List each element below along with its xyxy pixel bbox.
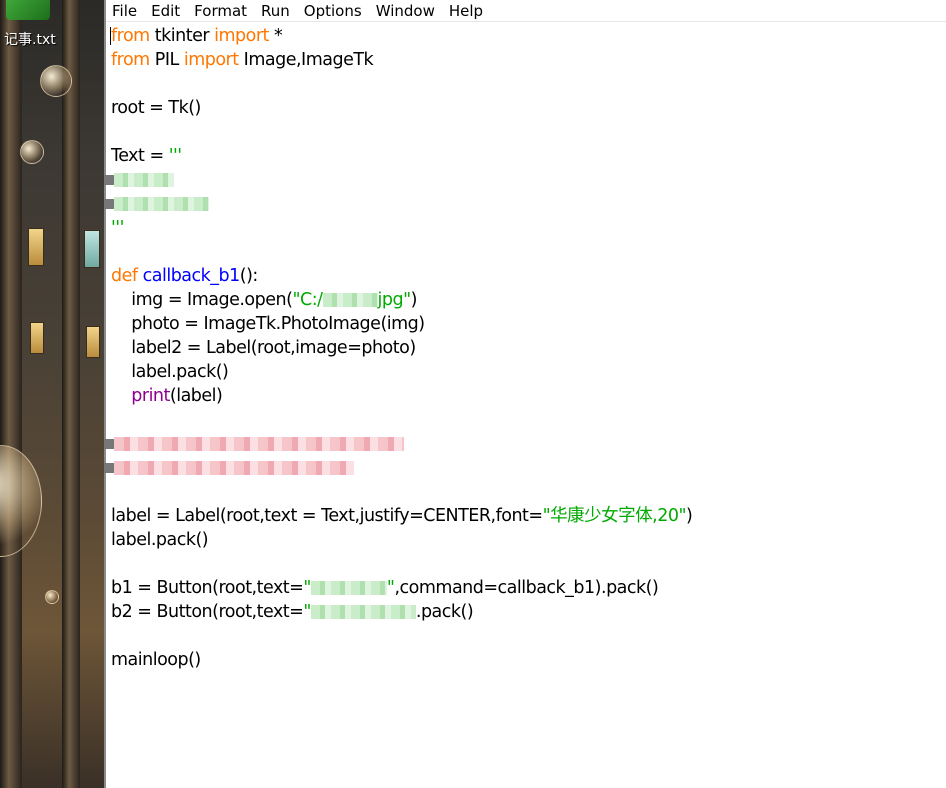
code-line-15: label.pack() xyxy=(111,362,229,382)
desktop-icon-label: 记事.txt xyxy=(4,32,56,48)
code-line-24: b2 = Button(root,text=" .pack() xyxy=(111,602,474,622)
desktop-background: 记事.txt xyxy=(0,0,105,788)
screen: 记事.txt File Edit Format Run Options Wind… xyxy=(0,0,946,788)
redacted-line-19 xyxy=(104,456,354,480)
menu-file[interactable]: File xyxy=(106,1,144,21)
code-line-16: print(label) xyxy=(131,386,223,406)
redacted-line-18 xyxy=(104,432,404,456)
text-file-icon xyxy=(6,0,50,20)
menu-help[interactable]: Help xyxy=(442,1,490,21)
code-line-23: b1 = Button(root,text=" ",command=callbac… xyxy=(111,578,659,598)
code-line-13: photo = ImageTk.PhotoImage(img) xyxy=(111,314,425,334)
code-editor[interactable]: from tkinter import * from PIL import Im… xyxy=(104,22,946,788)
redacted-line-8 xyxy=(104,192,209,216)
code-line-9: ''' xyxy=(111,218,124,238)
menu-format[interactable]: Format xyxy=(187,1,254,21)
code-line-12: img = Image.open("C:/jpg") xyxy=(111,290,417,310)
code-line-2: from PIL import Image,ImageTk xyxy=(111,50,374,70)
menu-window[interactable]: Window xyxy=(369,1,442,21)
code-line-14: label2 = Label(root,image=photo) xyxy=(111,338,416,358)
code-line-26: mainloop() xyxy=(111,650,201,670)
menu-run[interactable]: Run xyxy=(254,1,297,21)
code-line-1: from tkinter import * xyxy=(111,26,283,46)
code-line-21: label.pack() xyxy=(111,530,209,550)
code-line-11: def callback_b1(): xyxy=(111,266,258,286)
code-line-4: root = Tk() xyxy=(111,98,201,118)
code-line-20: label = Label(root,text = Text,justify=C… xyxy=(111,506,693,526)
menu-edit[interactable]: Edit xyxy=(144,1,187,21)
menu-bar: File Edit Format Run Options Window Help xyxy=(106,0,946,22)
menu-options[interactable]: Options xyxy=(297,1,369,21)
code-line-6: Text = ''' xyxy=(111,146,182,166)
redacted-line-7 xyxy=(104,168,174,192)
